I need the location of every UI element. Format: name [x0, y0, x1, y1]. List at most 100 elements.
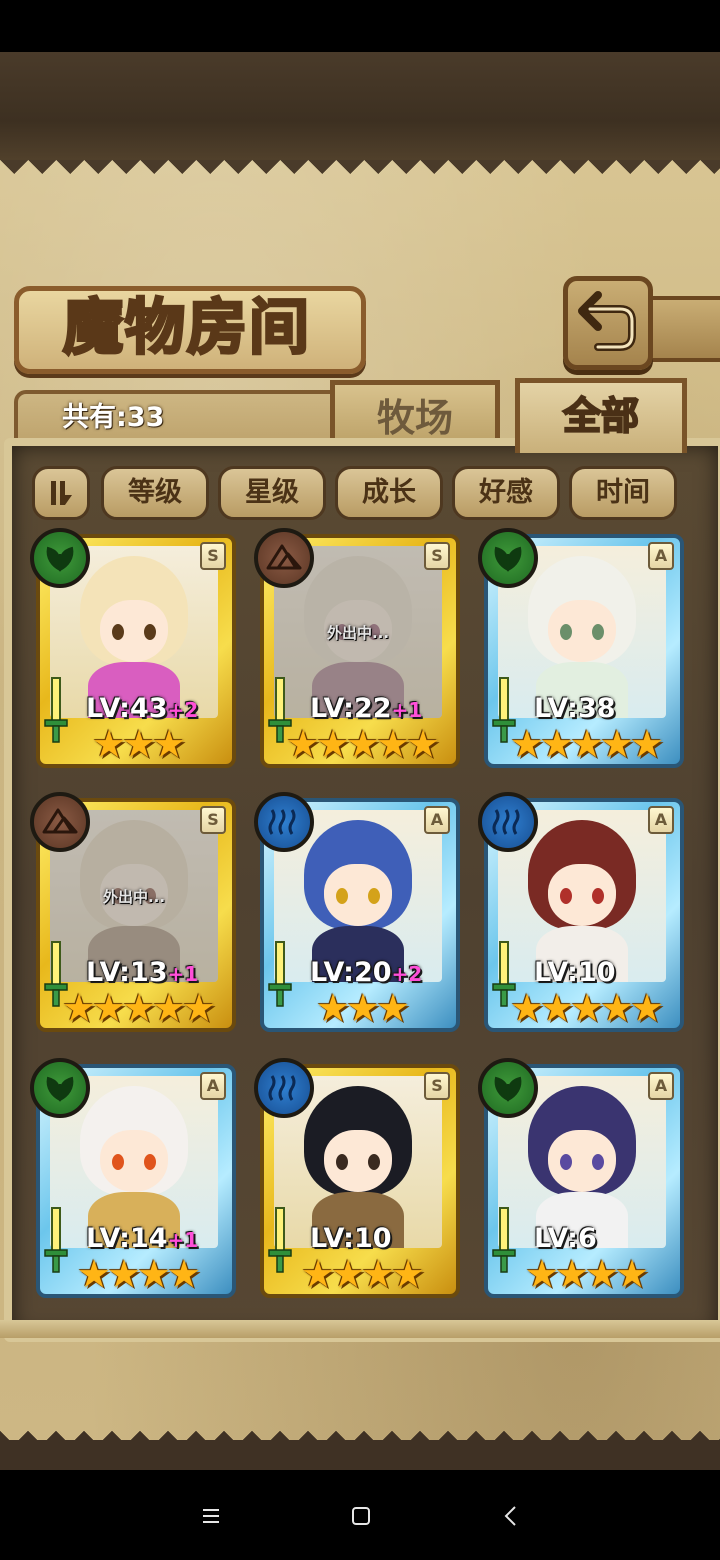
star-icon: ★	[316, 722, 351, 766]
star-icon: ★	[376, 986, 411, 1030]
monster-card[interactable]: A LV:14+1 ★★★★	[30, 1058, 236, 1298]
earth-icon	[266, 544, 302, 570]
leaf-icon	[494, 1076, 522, 1102]
water-icon	[492, 809, 520, 835]
star-icon: ★	[92, 986, 127, 1030]
level-value: LV:13	[86, 957, 168, 988]
rank-badge: A	[648, 806, 674, 834]
character-face	[548, 864, 616, 926]
star-icon: ★	[122, 986, 157, 1030]
star-icon: ★	[525, 1252, 560, 1296]
water-icon	[268, 809, 296, 835]
star-icon: ★	[600, 986, 635, 1030]
level-value: LV:20	[310, 957, 392, 988]
star-icon: ★	[361, 1252, 396, 1296]
level-value: LV:6	[534, 1223, 597, 1254]
rank-badge: S	[424, 542, 450, 570]
monster-card[interactable]: A LV:20+2 ★★★	[254, 792, 460, 1032]
character-face	[324, 864, 392, 926]
star-icon: ★	[510, 722, 545, 766]
leaf-icon	[46, 546, 74, 572]
level-value: LV:22	[310, 693, 392, 724]
star-rating: ★★★	[276, 988, 448, 1032]
tab-all[interactable]: 全部	[515, 378, 687, 453]
star-icon: ★	[391, 1252, 426, 1296]
star-icon: ★	[92, 722, 127, 766]
star-icon: ★	[316, 986, 351, 1030]
star-rating: ★★★	[52, 724, 224, 768]
sort-order-button[interactable]	[32, 466, 90, 520]
level-bonus: +2	[391, 962, 423, 986]
away-status: 外出中...	[326, 624, 390, 642]
level-label: LV:20+2	[310, 956, 422, 990]
star-icon: ★	[167, 1252, 202, 1296]
star-rating: ★★★★	[52, 1254, 224, 1298]
filter-level-button[interactable]: 等级	[101, 466, 209, 520]
star-icon: ★	[346, 722, 381, 766]
star-icon: ★	[615, 1252, 650, 1296]
level-value: LV:14	[86, 1223, 168, 1254]
monster-card[interactable]: A LV:6 ★★★★	[478, 1058, 684, 1298]
rank-badge: S	[200, 806, 226, 834]
monster-card[interactable]: A LV:10 ★★★★★	[478, 792, 684, 1032]
character-face	[548, 600, 616, 662]
star-icon: ★	[510, 986, 545, 1030]
sort-toggle-icon	[51, 481, 72, 505]
star-icon: ★	[570, 986, 605, 1030]
character-face	[548, 1130, 616, 1192]
star-rating: ★★★★★	[52, 988, 224, 1032]
monster-card[interactable]: 外出中... S LV:22+1 ★★★★★	[254, 528, 460, 768]
filter-star-button[interactable]: 星级	[218, 466, 326, 520]
panel-bottom-rail	[0, 1320, 720, 1338]
map-header-band	[0, 52, 720, 167]
home-icon[interactable]	[341, 1500, 381, 1532]
star-icon: ★	[376, 722, 411, 766]
level-label: LV:38	[534, 692, 616, 726]
level-label: LV:6	[534, 1222, 597, 1256]
level-bonus: +1	[167, 1228, 199, 1252]
rank-badge: S	[200, 542, 226, 570]
away-status: 外出中...	[102, 888, 166, 906]
star-icon: ★	[122, 722, 157, 766]
star-icon: ★	[107, 1252, 142, 1296]
tab-ranch[interactable]: 牧场	[330, 380, 500, 447]
filter-affection-button[interactable]: 好感	[452, 466, 560, 520]
star-icon: ★	[331, 1252, 366, 1296]
star-icon: ★	[600, 722, 635, 766]
character-face	[100, 600, 168, 662]
monster-card[interactable]: A LV:38 ★★★★★	[478, 528, 684, 768]
element-badge	[30, 792, 90, 852]
star-icon: ★	[570, 722, 605, 766]
star-icon: ★	[301, 1252, 336, 1296]
rank-badge: A	[424, 806, 450, 834]
monster-count: 共有:33	[62, 402, 165, 433]
return-button[interactable]	[563, 276, 653, 370]
level-value: LV:10	[310, 1223, 392, 1254]
monster-card[interactable]: 外出中... S LV:13+1 ★★★★★	[30, 792, 236, 1032]
return-arrow-icon	[578, 291, 636, 351]
earth-icon	[42, 808, 78, 834]
star-icon: ★	[630, 722, 665, 766]
monster-card[interactable]: S LV:10 ★★★★	[254, 1058, 460, 1298]
monster-card[interactable]: S LV:43+2 ★★★	[30, 528, 236, 768]
page-title: 魔物房间	[62, 292, 311, 365]
character-face	[324, 1130, 392, 1192]
star-rating: ★★★★★	[500, 724, 672, 768]
filter-growth-button[interactable]: 成长	[335, 466, 443, 520]
menu-icon[interactable]	[191, 1500, 231, 1532]
filter-time-button[interactable]: 时间	[569, 466, 677, 520]
level-label: LV:10	[310, 1222, 392, 1256]
star-icon: ★	[137, 1252, 172, 1296]
star-icon: ★	[346, 986, 381, 1030]
leaf-icon	[46, 1076, 74, 1102]
rank-badge: A	[648, 542, 674, 570]
level-label: LV:22+1	[310, 692, 422, 726]
element-badge	[254, 1058, 314, 1118]
back-icon[interactable]	[491, 1500, 531, 1532]
star-icon: ★	[555, 1252, 590, 1296]
rank-badge: A	[648, 1072, 674, 1100]
square-glyph-icon	[352, 1507, 370, 1525]
star-icon: ★	[585, 1252, 620, 1296]
star-icon: ★	[152, 722, 187, 766]
level-bonus: +1	[391, 698, 423, 722]
